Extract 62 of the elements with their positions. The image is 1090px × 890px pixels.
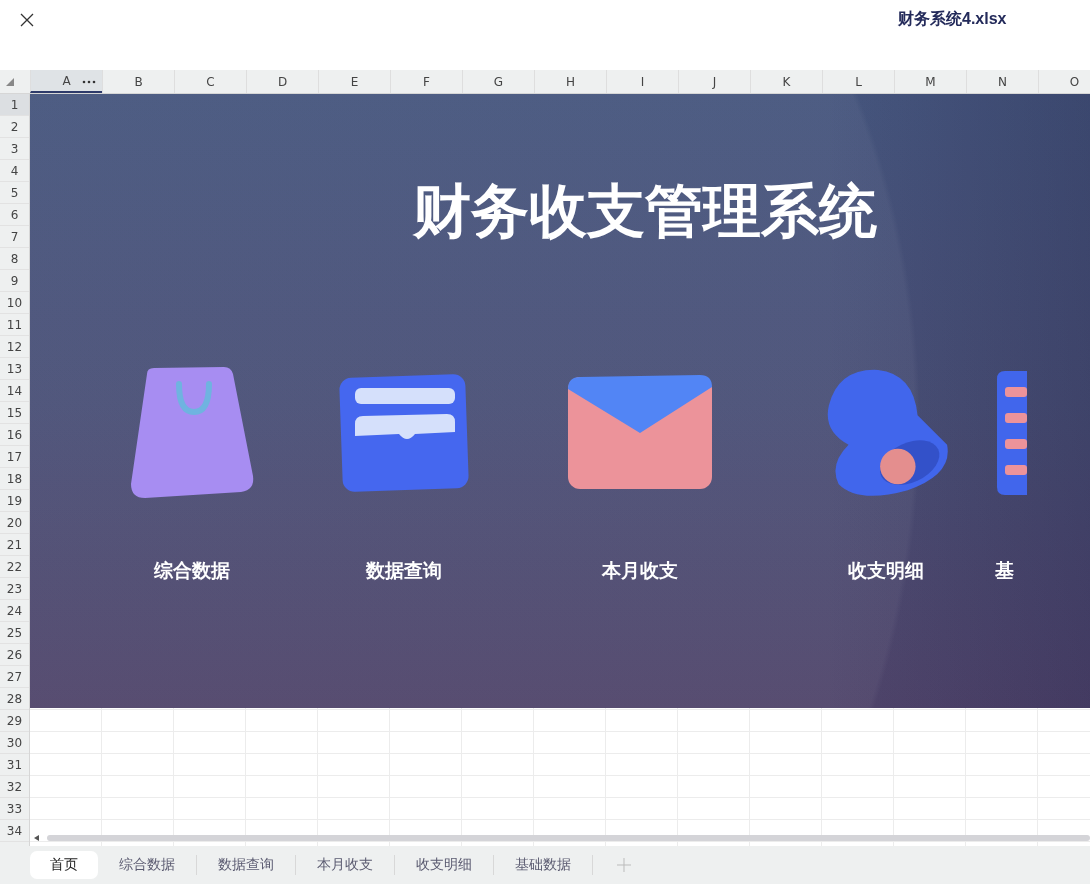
- row-header[interactable]: 28: [0, 688, 29, 710]
- row-header[interactable]: 10: [0, 292, 29, 314]
- column-header[interactable]: A: [30, 70, 102, 93]
- row-header[interactable]: 24: [0, 600, 29, 622]
- row-header[interactable]: 21: [0, 534, 29, 556]
- sheet-tab[interactable]: 收支明细: [395, 851, 493, 879]
- column-header[interactable]: F: [390, 70, 462, 93]
- row-header[interactable]: 22: [0, 556, 29, 578]
- sheet-tab[interactable]: 综合数据: [98, 851, 196, 879]
- row-header[interactable]: 8: [0, 248, 29, 270]
- row-header[interactable]: 30: [0, 732, 29, 754]
- sheet-tab[interactable]: 首页: [30, 851, 98, 879]
- row-header[interactable]: 32: [0, 776, 29, 798]
- row-header[interactable]: 31: [0, 754, 29, 776]
- row-header[interactable]: 2: [0, 116, 29, 138]
- row-header[interactable]: 27: [0, 666, 29, 688]
- row-header[interactable]: 16: [0, 424, 29, 446]
- menu-label[interactable]: 收支明细: [848, 558, 924, 584]
- row-header[interactable]: 1: [0, 94, 29, 116]
- row-header[interactable]: 12: [0, 336, 29, 358]
- window-title: 财务系统4.xlsx: [898, 9, 1008, 29]
- banner-title: 财务收支管理系统: [413, 176, 878, 246]
- row-header[interactable]: 19: [0, 490, 29, 512]
- column-header[interactable]: N: [966, 70, 1038, 93]
- menu-label[interactable]: 本月收支: [602, 558, 678, 584]
- row-header[interactable]: 20: [0, 512, 29, 534]
- row-header[interactable]: 29: [0, 710, 29, 732]
- row-header[interactable]: 14: [0, 380, 29, 402]
- row-header[interactable]: 25: [0, 622, 29, 644]
- menu-label[interactable]: 基: [995, 558, 1014, 584]
- column-header[interactable]: H: [534, 70, 606, 93]
- row-header[interactable]: 9: [0, 270, 29, 292]
- menu-label[interactable]: 数据查询: [366, 558, 442, 584]
- column-header[interactable]: E: [318, 70, 390, 93]
- row-header[interactable]: 17: [0, 446, 29, 468]
- row-header[interactable]: 34: [0, 820, 29, 842]
- row-header[interactable]: 11: [0, 314, 29, 336]
- column-header[interactable]: D: [246, 70, 318, 93]
- row-header[interactable]: 5: [0, 182, 29, 204]
- column-header[interactable]: O: [1038, 70, 1090, 93]
- row-header[interactable]: 26: [0, 644, 29, 666]
- row-header[interactable]: 23: [0, 578, 29, 600]
- sheet-tab[interactable]: 基础数据: [494, 851, 592, 879]
- column-header[interactable]: I: [606, 70, 678, 93]
- row-header[interactable]: 7: [0, 226, 29, 248]
- column-header[interactable]: K: [750, 70, 822, 93]
- row-header[interactable]: 13: [0, 358, 29, 380]
- row-header[interactable]: 6: [0, 204, 29, 226]
- sheet-tab[interactable]: 数据查询: [197, 851, 295, 879]
- column-header[interactable]: C: [174, 70, 246, 93]
- row-header[interactable]: 4: [0, 160, 29, 182]
- column-header[interactable]: M: [894, 70, 966, 93]
- sheet-tab[interactable]: 本月收支: [296, 851, 394, 879]
- row-header[interactable]: 3: [0, 138, 29, 160]
- menu-label[interactable]: 综合数据: [154, 558, 230, 584]
- row-header[interactable]: 33: [0, 798, 29, 820]
- column-header[interactable]: L: [822, 70, 894, 93]
- column-header[interactable]: B: [102, 70, 174, 93]
- row-header[interactable]: 15: [0, 402, 29, 424]
- column-header[interactable]: J: [678, 70, 750, 93]
- row-header[interactable]: 18: [0, 468, 29, 490]
- column-header[interactable]: G: [462, 70, 534, 93]
